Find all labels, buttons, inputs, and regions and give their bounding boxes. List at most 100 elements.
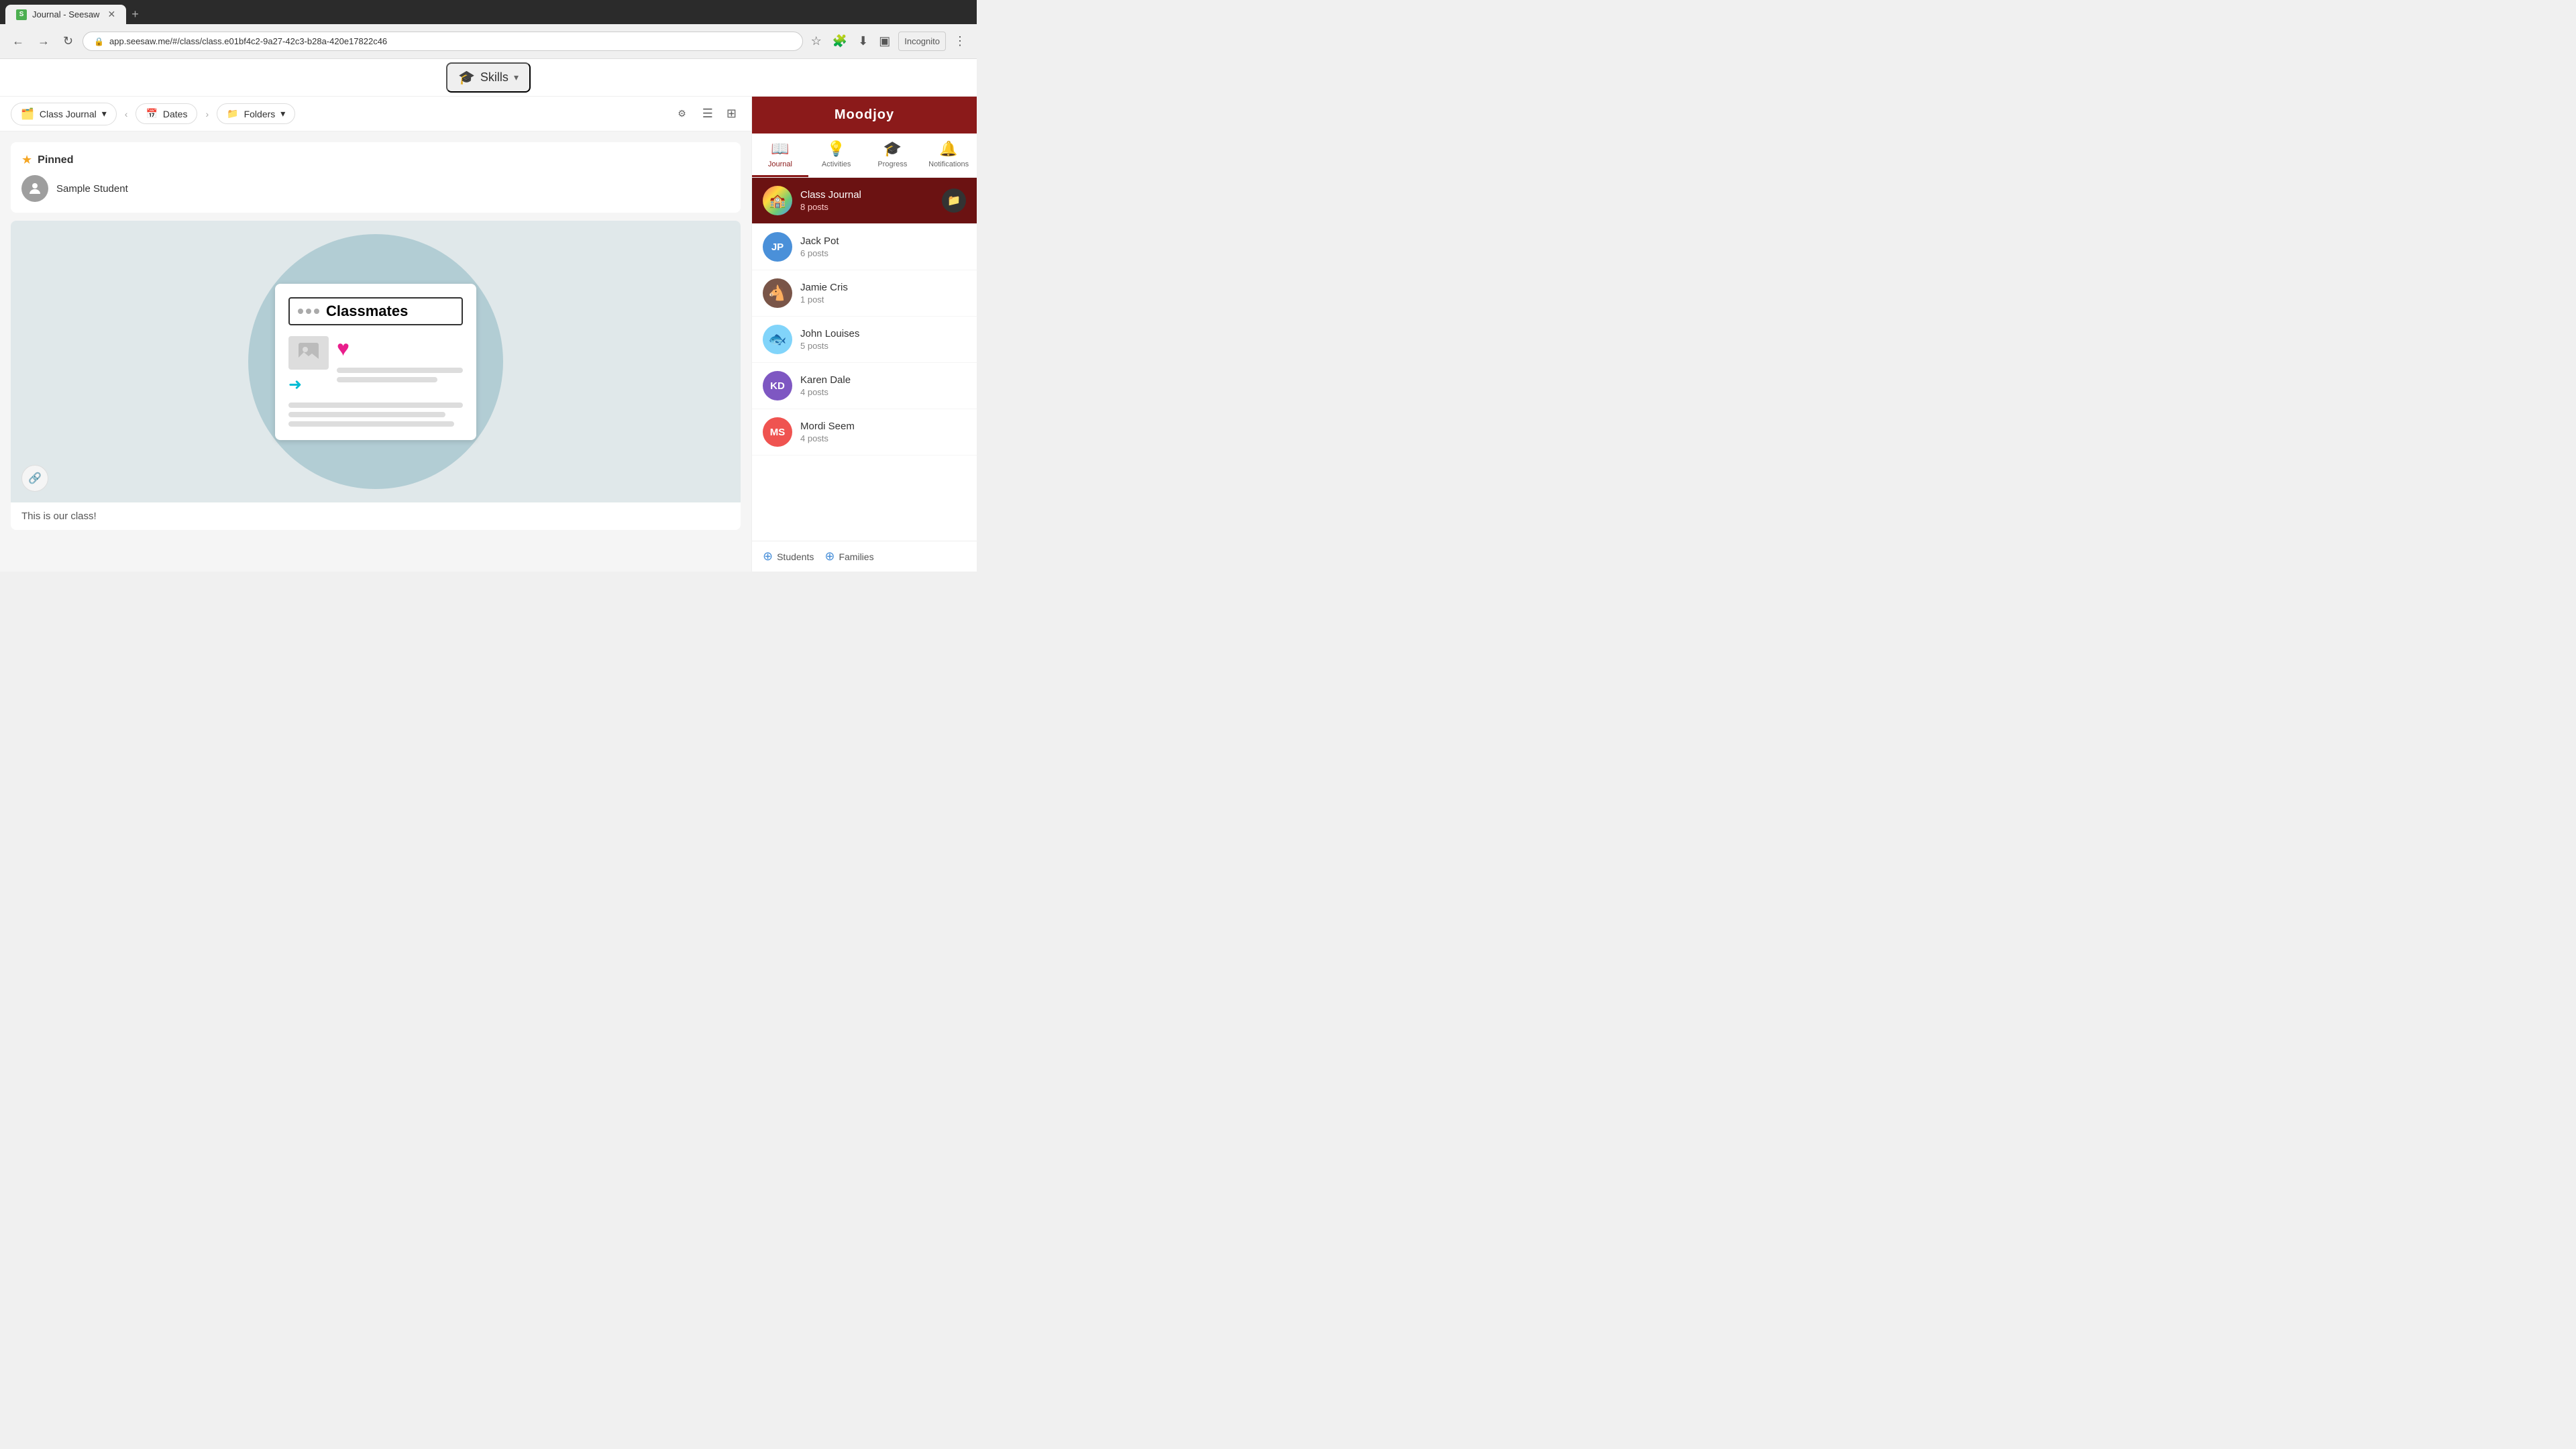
list-view-button[interactable]: ☰ bbox=[698, 103, 717, 125]
sidebar-item-jamie-cris[interactable]: 🐴 Jamie Cris 1 post bbox=[752, 270, 977, 317]
image-placeholder bbox=[288, 336, 329, 370]
sidebar-nav-journal[interactable]: 📖 Journal bbox=[752, 133, 808, 177]
lock-icon: 🔒 bbox=[94, 37, 104, 46]
progress-nav-label: Progress bbox=[877, 160, 907, 168]
app-top-bar: 🎓 Skills ▾ bbox=[0, 59, 977, 97]
activities-nav-label: Activities bbox=[822, 160, 851, 168]
sidebar-list: 🏫 Class Journal 8 posts 📁 JP Jack Pot 6 … bbox=[752, 178, 977, 541]
link-button[interactable]: 🔗 bbox=[21, 465, 48, 492]
notifications-nav-icon: 🔔 bbox=[939, 140, 957, 158]
john-louises-posts: 5 posts bbox=[800, 341, 966, 351]
folder-btn-icon: 📁 bbox=[947, 194, 961, 207]
toolbar-arrow-left[interactable]: ‹ bbox=[122, 109, 131, 119]
arrow-icon: ➜ bbox=[288, 375, 302, 394]
profile-button[interactable]: Incognito bbox=[898, 32, 946, 51]
dates-label: Dates bbox=[163, 109, 188, 119]
download-button[interactable]: ⬇ bbox=[855, 32, 871, 51]
families-label: Families bbox=[839, 551, 873, 562]
text-lines bbox=[337, 368, 463, 382]
pinned-header: ★ Pinned bbox=[21, 153, 730, 167]
sidebar-item-class-journal[interactable]: 🏫 Class Journal 8 posts 📁 bbox=[752, 178, 977, 224]
content-left: ➜ bbox=[288, 336, 329, 394]
journal-body: ★ Pinned Sample Student bbox=[0, 131, 751, 572]
karen-dale-avatar: KD bbox=[763, 371, 792, 400]
new-tab-button[interactable]: + bbox=[126, 5, 144, 24]
students-plus-icon: ⊕ bbox=[763, 549, 773, 564]
journal-toolbar: 🗂️ Class Journal ▾ ‹ 📅 Dates › 📁 Folders… bbox=[0, 97, 751, 131]
bottom-line-3 bbox=[288, 421, 454, 427]
sidebar-nav-progress[interactable]: 🎓 Progress bbox=[865, 133, 921, 177]
bottom-line-1 bbox=[288, 402, 463, 408]
student-avatar bbox=[21, 175, 48, 202]
class-journal-avatar: 🏫 bbox=[763, 186, 792, 215]
john-louises-info: John Louises 5 posts bbox=[800, 328, 966, 351]
jamie-cris-posts: 1 post bbox=[800, 294, 966, 305]
karen-dale-posts: 4 posts bbox=[800, 387, 966, 397]
sidebar-item-jack-pot[interactable]: JP Jack Pot 6 posts bbox=[752, 224, 977, 270]
content-right: ♥ bbox=[337, 336, 463, 382]
browser-toolbar: ← → ↻ 🔒 app.seesaw.me/#/class/class.e01b… bbox=[0, 24, 977, 59]
sidebar-item-karen-dale[interactable]: KD Karen Dale 4 posts bbox=[752, 363, 977, 409]
grid-view-button[interactable]: ⊞ bbox=[722, 103, 741, 125]
bookmark-button[interactable]: ☆ bbox=[808, 32, 824, 51]
reload-button[interactable]: ↻ bbox=[59, 32, 77, 51]
url-text: app.seesaw.me/#/class/class.e01bf4c2-9a2… bbox=[109, 36, 387, 46]
class-journal-folder-button[interactable]: 📁 bbox=[942, 189, 966, 213]
folders-button[interactable]: 📁 Folders ▾ bbox=[217, 103, 295, 124]
toolbar-arrow-right[interactable]: › bbox=[203, 109, 211, 119]
folders-chevron-icon: ▾ bbox=[280, 108, 285, 119]
sidebar-header: Moodjoy bbox=[752, 97, 977, 133]
browser-tab[interactable]: S Journal - Seesaw ✕ bbox=[5, 5, 126, 24]
jamie-cris-info: Jamie Cris 1 post bbox=[800, 282, 966, 305]
journal-selector-label: Class Journal bbox=[40, 109, 97, 119]
back-button[interactable]: ← bbox=[8, 32, 28, 51]
mordi-seem-posts: 4 posts bbox=[800, 433, 966, 443]
class-journal-name: Class Journal bbox=[800, 189, 934, 201]
pinned-student-item[interactable]: Sample Student bbox=[21, 175, 730, 202]
students-button[interactable]: ⊕ Students bbox=[763, 549, 814, 564]
sidebar-nav-notifications[interactable]: 🔔 Notifications bbox=[920, 133, 977, 177]
mordi-seem-name: Mordi Seem bbox=[800, 421, 966, 432]
classmates-content: ➜ ♥ bbox=[288, 336, 463, 394]
karen-dale-info: Karen Dale 4 posts bbox=[800, 374, 966, 397]
calendar-icon: 📅 bbox=[146, 108, 157, 119]
bottom-line-2 bbox=[288, 412, 445, 417]
john-louises-name: John Louises bbox=[800, 328, 966, 339]
dates-button[interactable]: 📅 Dates bbox=[136, 103, 197, 124]
extensions-button[interactable]: 🧩 bbox=[830, 32, 850, 51]
class-journal-posts: 8 posts bbox=[800, 202, 934, 212]
jack-pot-info: Jack Pot 6 posts bbox=[800, 235, 966, 258]
classmates-card: Classmates bbox=[275, 284, 476, 440]
app-wrapper: 🗂️ Class Journal ▾ ‹ 📅 Dates › 📁 Folders… bbox=[0, 97, 977, 572]
skills-button[interactable]: 🎓 Skills ▾ bbox=[446, 62, 531, 93]
skills-label: Skills bbox=[480, 70, 508, 85]
class-journal-info: Class Journal 8 posts bbox=[800, 189, 934, 212]
menu-button[interactable]: ⋮ bbox=[951, 32, 969, 51]
post-caption: This is our class! bbox=[11, 502, 741, 530]
journal-selector-chevron-icon: ▾ bbox=[102, 108, 107, 119]
classmates-illustration: Classmates bbox=[248, 234, 503, 489]
filter-button[interactable]: ⚙ bbox=[671, 104, 693, 123]
sidebar-item-mordi-seem[interactable]: MS Mordi Seem 4 posts bbox=[752, 409, 977, 455]
sidebar-item-john-louises[interactable]: 🐟 John Louises 5 posts bbox=[752, 317, 977, 363]
john-louises-avatar: 🐟 bbox=[763, 325, 792, 354]
address-bar[interactable]: 🔒 app.seesaw.me/#/class/class.e01bf4c2-9… bbox=[83, 32, 802, 51]
journal-selector-button[interactable]: 🗂️ Class Journal ▾ bbox=[11, 103, 117, 125]
jamie-cris-name: Jamie Cris bbox=[800, 282, 966, 293]
pinned-section: ★ Pinned Sample Student bbox=[11, 142, 741, 213]
sidebar-nav-activities[interactable]: 💡 Activities bbox=[808, 133, 865, 177]
student-name: Sample Student bbox=[56, 183, 128, 195]
post-card: Classmates bbox=[11, 221, 741, 530]
notifications-nav-label: Notifications bbox=[928, 160, 969, 168]
jack-pot-name: Jack Pot bbox=[800, 235, 966, 247]
forward-button[interactable]: → bbox=[34, 32, 54, 51]
classmates-title-bar: Classmates bbox=[288, 297, 463, 325]
sidebar: Moodjoy 📖 Journal 💡 Activities 🎓 Progres… bbox=[751, 97, 977, 572]
window-dot-2 bbox=[306, 309, 311, 314]
tab-close-button[interactable]: ✕ bbox=[107, 9, 115, 20]
jamie-cris-avatar: 🐴 bbox=[763, 278, 792, 308]
layout-button[interactable]: ▣ bbox=[876, 32, 893, 51]
window-dot-3 bbox=[314, 309, 319, 314]
families-button[interactable]: ⊕ Families bbox=[824, 549, 873, 564]
sidebar-nav: 📖 Journal 💡 Activities 🎓 Progress 🔔 Noti… bbox=[752, 133, 977, 178]
